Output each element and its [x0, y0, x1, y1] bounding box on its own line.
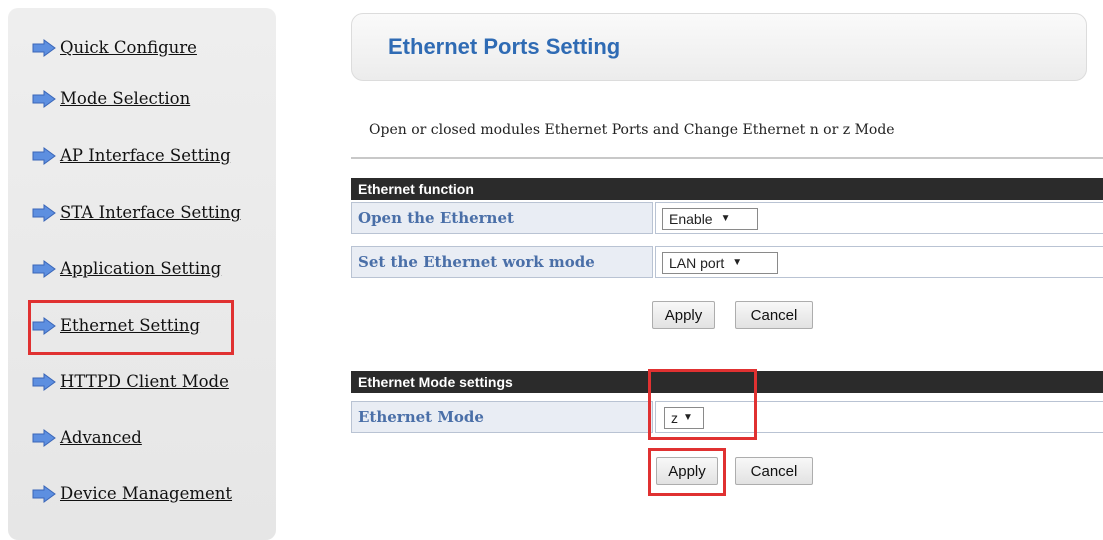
page-header: Ethernet Ports Setting	[351, 13, 1087, 81]
arrow-right-icon	[32, 146, 56, 165]
open-ethernet-label: Open the Ethernet	[351, 202, 653, 234]
arrow-right-icon	[32, 372, 56, 391]
sidebar-item-label: HTTPD Client Mode	[60, 372, 229, 391]
page-description: Open or closed modules Ethernet Ports an…	[369, 122, 895, 138]
sidebar-item-httpd-client[interactable]: HTTPD Client Mode	[32, 372, 229, 391]
page-title: Ethernet Ports Setting	[388, 34, 621, 59]
work-mode-select[interactable]: LAN port ▼	[662, 252, 778, 274]
arrow-right-icon	[32, 38, 56, 57]
sidebar-item-ap-interface[interactable]: AP Interface Setting	[32, 146, 231, 165]
apply-button-ethernet-function[interactable]: Apply	[652, 301, 715, 329]
highlight-box-ethernet-mode	[648, 369, 757, 440]
open-ethernet-select[interactable]: Enable ▼	[662, 208, 758, 230]
open-ethernet-row: Open the Ethernet Enable ▼	[351, 202, 1103, 234]
select-value: Enable	[669, 211, 713, 227]
highlight-box-apply	[648, 448, 726, 496]
cancel-button-ethernet-mode[interactable]: Cancel	[735, 457, 813, 485]
highlight-box-ethernet-setting	[28, 300, 234, 355]
select-value: LAN port	[669, 255, 725, 271]
sidebar-item-label: Application Setting	[60, 259, 222, 278]
arrow-right-icon	[32, 89, 56, 108]
sidebar-item-label: Quick Configure	[60, 38, 197, 57]
sidebar-item-quick-configure[interactable]: Quick Configure	[32, 38, 197, 57]
work-mode-cell: LAN port ▼	[655, 246, 1103, 278]
work-mode-label: Set the Ethernet work mode	[351, 246, 653, 278]
arrow-right-icon	[32, 259, 56, 278]
sidebar-item-device-management[interactable]: Device Management	[32, 484, 232, 503]
sidebar-item-label: Device Management	[60, 484, 233, 503]
sidebar-item-label: AP Interface Setting	[60, 146, 231, 165]
arrow-right-icon	[32, 428, 56, 447]
sidebar-item-application[interactable]: Application Setting	[32, 259, 221, 278]
cancel-button-ethernet-function[interactable]: Cancel	[735, 301, 813, 329]
work-mode-row: Set the Ethernet work mode LAN port ▼	[351, 246, 1103, 278]
sidebar-item-label: STA Interface Setting	[60, 203, 241, 222]
caret-down-icon: ▼	[720, 213, 731, 224]
arrow-right-icon	[32, 203, 56, 222]
open-ethernet-cell: Enable ▼	[655, 202, 1103, 234]
arrow-right-icon	[32, 484, 56, 503]
divider	[351, 157, 1103, 159]
sidebar-item-sta-interface[interactable]: STA Interface Setting	[32, 203, 241, 222]
sidebar-item-advanced[interactable]: Advanced	[32, 428, 142, 447]
caret-down-icon: ▼	[732, 257, 743, 268]
ethernet-mode-label: Ethernet Mode	[351, 401, 653, 433]
sidebar-item-label: Mode Selection	[60, 89, 191, 108]
ethernet-function-header: Ethernet function	[351, 178, 1103, 200]
sidebar-item-label: Advanced	[60, 428, 142, 447]
sidebar-item-mode-selection[interactable]: Mode Selection	[32, 89, 190, 108]
